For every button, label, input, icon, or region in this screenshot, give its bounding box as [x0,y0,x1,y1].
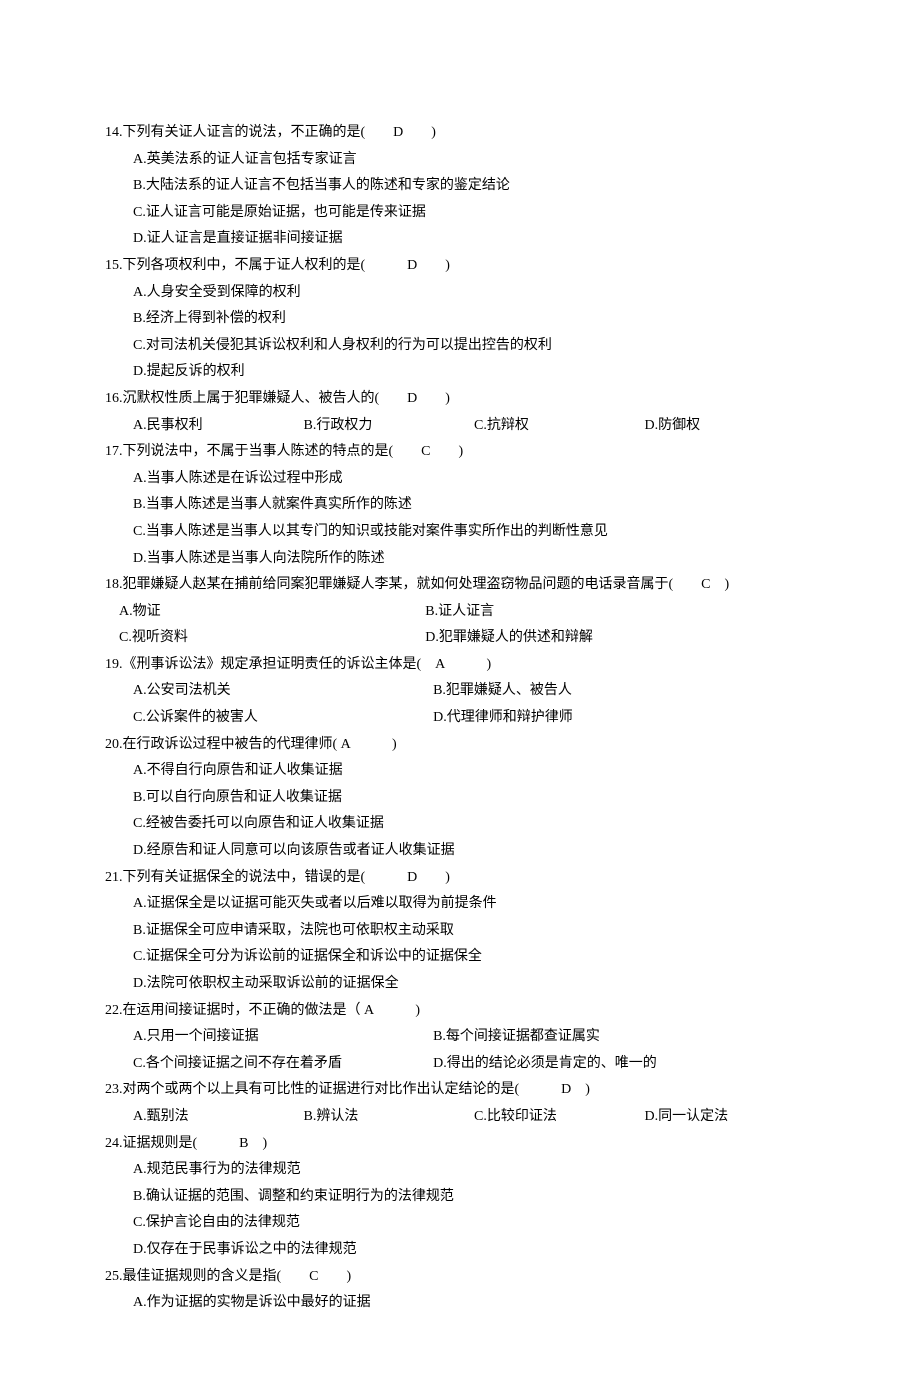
q23-opt-a: A.甄别法 [133,1104,304,1131]
q20-options: A.不得自行向原告和证人收集证据 B.可以自行向原告和证人收集证据 C.经被告委… [105,758,815,864]
q19-row1: A.公安司法机关 B.犯罪嫌疑人、被告人 [105,678,815,705]
q17-options: A.当事人陈述是在诉讼过程中形成 B.当事人陈述是当事人就案件真实所作的陈述 C… [105,466,815,572]
q17-opt-c: C.当事人陈述是当事人以其专门的知识或技能对案件事实所作出的判断性意见 [133,519,815,546]
q16-stem: 16.沉默权性质上属于犯罪嫌疑人、被告人的( D ) [105,386,815,413]
q21-stem: 21.下列有关证据保全的说法中，错误的是( D ) [105,865,815,892]
q22-stem: 22.在运用间接证据时，不正确的做法是（ A ) [105,998,815,1025]
q25-stem: 25.最佳证据规则的含义是指( C ) [105,1264,815,1291]
q17-opt-d: D.当事人陈述是当事人向法院所作的陈述 [133,546,815,573]
q18-opt-a: A.物证 [119,599,425,626]
q23-opt-d: D.同一认定法 [645,1104,816,1131]
q24-opt-a: A.规范民事行为的法律规范 [133,1157,815,1184]
q19-opt-a: A.公安司法机关 [133,678,433,705]
q23-opt-c: C.比较印证法 [474,1104,645,1131]
q19-row2: C.公诉案件的被害人 D.代理律师和辩护律师 [105,705,815,732]
document-page: 14.下列有关证人证言的说法，不正确的是( D ) A.英美法系的证人证言包括专… [0,0,920,1397]
q19-opt-d: D.代理律师和辩护律师 [433,705,801,732]
q16-opt-d: D.防御权 [645,413,816,440]
question-15: 15.下列各项权利中，不属于证人权利的是( D ) A.人身安全受到保障的权利 … [105,253,815,386]
q16-opt-a: A.民事权利 [133,413,304,440]
q23-options: A.甄别法 B.辨认法 C.比较印证法 D.同一认定法 [105,1104,815,1131]
q15-options: A.人身安全受到保障的权利 B.经济上得到补偿的权利 C.对司法机关侵犯其诉讼权… [105,280,815,386]
q24-opt-d: D.仅存在于民事诉讼之中的法律规范 [133,1237,815,1264]
question-23: 23.对两个或两个以上具有可比性的证据进行对比作出认定结论的是( D ) A.甄… [105,1077,815,1130]
q14-opt-c: C.证人证言可能是原始证据，也可能是传来证据 [133,200,815,227]
q16-opt-b: B.行政权力 [304,413,475,440]
question-21: 21.下列有关证据保全的说法中，错误的是( D ) A.证据保全是以证据可能灭失… [105,865,815,998]
q15-opt-d: D.提起反诉的权利 [133,359,815,386]
q18-stem: 18.犯罪嫌疑人赵某在捕前给同案犯罪嫌疑人李某，就如何处理盗窃物品问题的电话录音… [105,572,815,599]
q16-options: A.民事权利 B.行政权力 C.抗辩权 D.防御权 [105,413,815,440]
q15-opt-a: A.人身安全受到保障的权利 [133,280,815,307]
q21-opt-c: C.证据保全可分为诉讼前的证据保全和诉讼中的证据保全 [133,944,815,971]
q15-stem: 15.下列各项权利中，不属于证人权利的是( D ) [105,253,815,280]
question-22: 22.在运用间接证据时，不正确的做法是（ A ) A.只用一个间接证据 B.每个… [105,998,815,1078]
q20-opt-a: A.不得自行向原告和证人收集证据 [133,758,815,785]
question-17: 17.下列说法中，不属于当事人陈述的特点的是( C ) A.当事人陈述是在诉讼过… [105,439,815,572]
q23-stem: 23.对两个或两个以上具有可比性的证据进行对比作出认定结论的是( D ) [105,1077,815,1104]
q20-opt-d: D.经原告和证人同意可以向该原告或者证人收集证据 [133,838,815,865]
q20-opt-c: C.经被告委托可以向原告和证人收集证据 [133,811,815,838]
q14-options: A.英美法系的证人证言包括专家证言 B.大陆法系的证人证言不包括当事人的陈述和专… [105,147,815,253]
q19-stem: 19.《刑事诉讼法》规定承担证明责任的诉讼主体是( A ) [105,652,815,679]
question-19: 19.《刑事诉讼法》规定承担证明责任的诉讼主体是( A ) A.公安司法机关 B… [105,652,815,732]
q24-stem: 24.证据规则是( B ) [105,1131,815,1158]
q21-opt-b: B.证据保全可应申请采取，法院也可依职权主动采取 [133,918,815,945]
q18-row1: A.物证 B.证人证言 [105,599,815,626]
q21-opt-a: A.证据保全是以证据可能灭失或者以后难以取得为前提条件 [133,891,815,918]
question-14: 14.下列有关证人证言的说法，不正确的是( D ) A.英美法系的证人证言包括专… [105,120,815,253]
question-18: 18.犯罪嫌疑人赵某在捕前给同案犯罪嫌疑人李某，就如何处理盗窃物品问题的电话录音… [105,572,815,652]
q22-opt-d: D.得出的结论必须是肯定的、唯一的 [433,1051,801,1078]
q22-opt-a: A.只用一个间接证据 [133,1024,433,1051]
q18-opt-b: B.证人证言 [425,599,801,626]
q17-stem: 17.下列说法中，不属于当事人陈述的特点的是( C ) [105,439,815,466]
q20-stem: 20.在行政诉讼过程中被告的代理律师( A ) [105,732,815,759]
question-25: 25.最佳证据规则的含义是指( C ) A.作为证据的实物是诉讼中最好的证据 [105,1264,815,1317]
q18-row2: C.视听资料 D.犯罪嫌疑人的供述和辩解 [105,625,815,652]
q17-opt-b: B.当事人陈述是当事人就案件真实所作的陈述 [133,492,815,519]
q22-opt-c: C.各个间接证据之间不存在着矛盾 [133,1051,433,1078]
q14-opt-b: B.大陆法系的证人证言不包括当事人的陈述和专家的鉴定结论 [133,173,815,200]
q24-options: A.规范民事行为的法律规范 B.确认证据的范围、调整和约束证明行为的法律规范 C… [105,1157,815,1263]
q18-opt-c: C.视听资料 [119,625,425,652]
q15-opt-c: C.对司法机关侵犯其诉讼权利和人身权利的行为可以提出控告的权利 [133,333,815,360]
q19-opt-c: C.公诉案件的被害人 [133,705,433,732]
q17-opt-a: A.当事人陈述是在诉讼过程中形成 [133,466,815,493]
q14-opt-a: A.英美法系的证人证言包括专家证言 [133,147,815,174]
q18-opt-d: D.犯罪嫌疑人的供述和辩解 [425,625,801,652]
q22-opt-b: B.每个间接证据都查证属实 [433,1024,801,1051]
q25-options: A.作为证据的实物是诉讼中最好的证据 [105,1290,815,1317]
q21-options: A.证据保全是以证据可能灭失或者以后难以取得为前提条件 B.证据保全可应申请采取… [105,891,815,997]
q15-opt-b: B.经济上得到补偿的权利 [133,306,815,333]
q14-opt-d: D.证人证言是直接证据非间接证据 [133,226,815,253]
q24-opt-b: B.确认证据的范围、调整和约束证明行为的法律规范 [133,1184,815,1211]
q20-opt-b: B.可以自行向原告和证人收集证据 [133,785,815,812]
question-16: 16.沉默权性质上属于犯罪嫌疑人、被告人的( D ) A.民事权利 B.行政权力… [105,386,815,439]
q21-opt-d: D.法院可依职权主动采取诉讼前的证据保全 [133,971,815,998]
q22-row2: C.各个间接证据之间不存在着矛盾 D.得出的结论必须是肯定的、唯一的 [105,1051,815,1078]
q22-row1: A.只用一个间接证据 B.每个间接证据都查证属实 [105,1024,815,1051]
q19-opt-b: B.犯罪嫌疑人、被告人 [433,678,801,705]
question-24: 24.证据规则是( B ) A.规范民事行为的法律规范 B.确认证据的范围、调整… [105,1131,815,1264]
q25-opt-a: A.作为证据的实物是诉讼中最好的证据 [133,1290,815,1317]
q16-opt-c: C.抗辩权 [474,413,645,440]
question-20: 20.在行政诉讼过程中被告的代理律师( A ) A.不得自行向原告和证人收集证据… [105,732,815,865]
q24-opt-c: C.保护言论自由的法律规范 [133,1210,815,1237]
q23-opt-b: B.辨认法 [304,1104,475,1131]
q14-stem: 14.下列有关证人证言的说法，不正确的是( D ) [105,120,815,147]
